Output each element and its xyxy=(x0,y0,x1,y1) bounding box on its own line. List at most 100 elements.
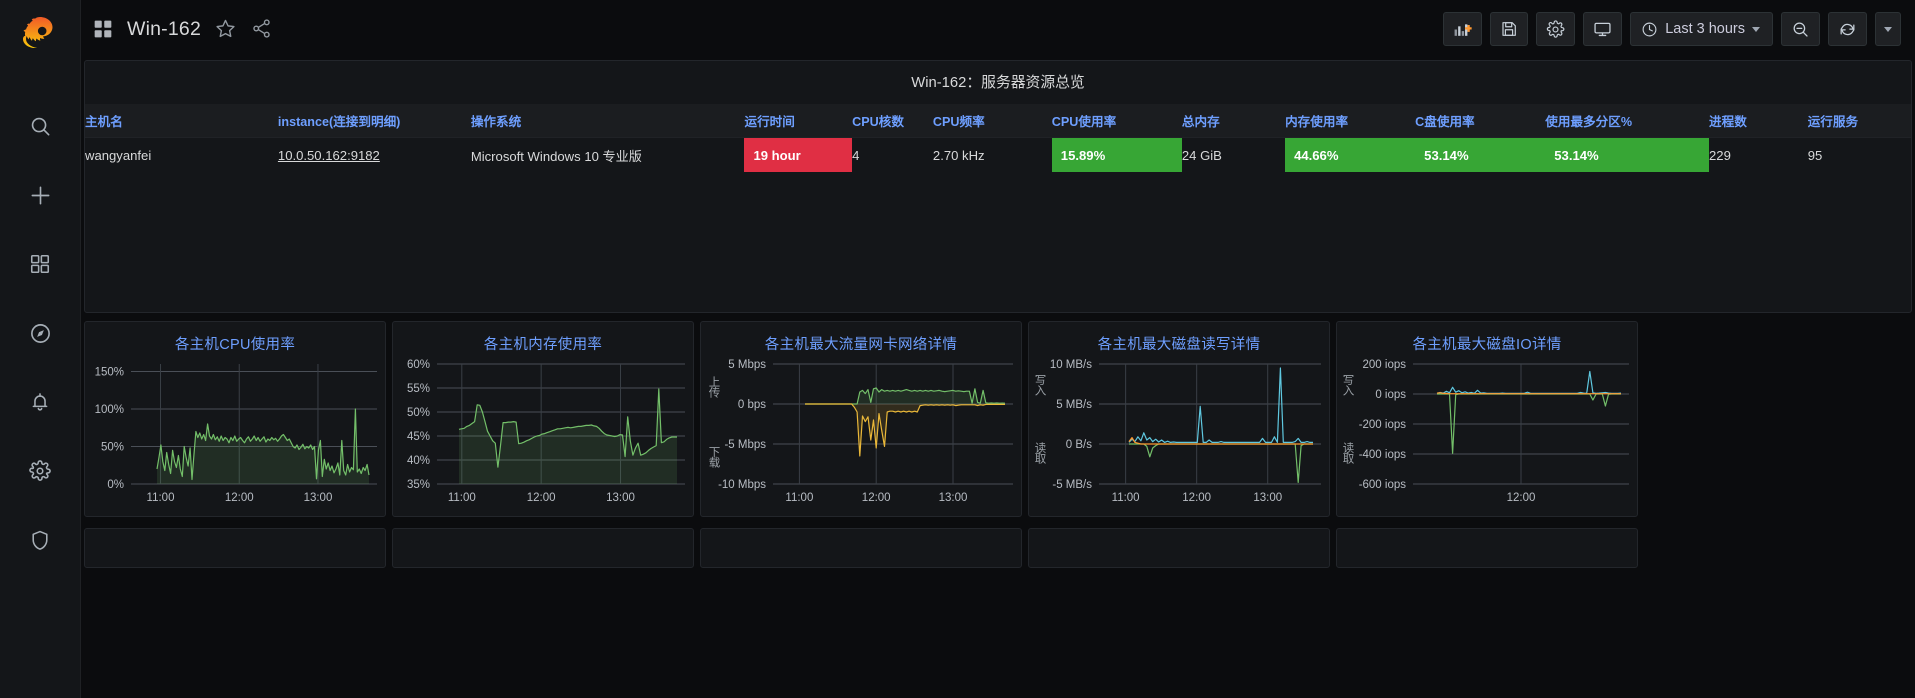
instance-link[interactable]: 10.0.50.162:9182 xyxy=(278,138,380,172)
col-mem-usage[interactable]: 内存使用率 xyxy=(1285,104,1416,138)
sidebar-item-server-admin[interactable] xyxy=(19,519,61,561)
save-dashboard-button[interactable] xyxy=(1490,12,1529,46)
time-range-picker[interactable]: Last 3 hours xyxy=(1630,12,1773,46)
sidebar-item-alerting[interactable] xyxy=(19,381,61,423)
svg-text:0 bps: 0 bps xyxy=(738,399,766,411)
star-icon[interactable] xyxy=(215,18,237,40)
panel-cpu-usage: 各主机CPU使用率 150% 100% 50% 0% 11:00 12:00 13:00 xyxy=(84,321,386,517)
cell-cpu-freq: 2.70 kHz xyxy=(932,147,985,163)
panel-title: 各主机CPU使用率 xyxy=(174,337,296,353)
svg-text:-5 Mbps: -5 Mbps xyxy=(724,439,766,451)
cell-total-mem: 24 GiB xyxy=(1181,147,1222,163)
zoom-out-button[interactable] xyxy=(1781,12,1820,46)
svg-text:35%: 35% xyxy=(407,479,430,491)
svg-text:150%: 150% xyxy=(95,367,124,379)
col-instance[interactable]: instance(连接到明细) xyxy=(277,104,471,138)
refresh-button[interactable] xyxy=(1828,12,1867,46)
dashboard-settings-button[interactable] xyxy=(1536,12,1576,46)
col-os[interactable]: 操作系统 xyxy=(470,104,745,138)
svg-text:11:00: 11:00 xyxy=(1112,492,1140,504)
col-cpu-freq[interactable]: CPU频率 xyxy=(932,104,1052,138)
status-badge-mem: 44.66% xyxy=(1285,138,1416,172)
server-overview-table: 主机名 instance(连接到明细) 操作系统 运行时间 CPU核数 CPU频… xyxy=(85,104,1911,172)
axis-label-write: 写入 xyxy=(1341,374,1354,395)
svg-text:-10 Mbps: -10 Mbps xyxy=(718,479,766,491)
table-row: wangyanfei 10.0.50.162:9182 Microsoft Wi… xyxy=(85,138,1911,172)
col-uptime[interactable]: 运行时间 xyxy=(744,104,853,138)
cell-process-count: 229 xyxy=(1709,147,1731,163)
add-panel-button[interactable] xyxy=(1443,12,1483,46)
axis-label-download: 下载 xyxy=(707,446,720,467)
chevron-down-icon xyxy=(1884,26,1892,32)
col-hostname[interactable]: 主机名 xyxy=(85,104,278,138)
panel-title: Win-162：服务器资源总览 xyxy=(911,75,1085,91)
chart-disk-rw[interactable]: 写入 读取 10 MB/s 5 MB/s 0 B/s -5 MB/s 11:00 12:0… xyxy=(1029,354,1329,514)
svg-text:13:00: 13:00 xyxy=(304,492,333,504)
svg-text:5 MB/s: 5 MB/s xyxy=(1056,399,1092,411)
table-header-row: 主机名 instance(连接到明细) 操作系统 运行时间 CPU核数 CPU频… xyxy=(85,104,1911,138)
dashboard-grid-icon[interactable] xyxy=(93,19,113,39)
col-c-drive-usage[interactable]: C盘使用率 xyxy=(1415,104,1546,138)
col-cpu-cores[interactable]: CPU核数 xyxy=(852,104,933,138)
svg-text:200 iops: 200 iops xyxy=(1363,359,1407,371)
sidebar-item-explore[interactable] xyxy=(19,312,61,354)
grafana-dashboard-root: Win-162 Last 3 hours Win-162：服务器资源总览 主机名… xyxy=(0,0,1915,698)
svg-text:0 B/s: 0 B/s xyxy=(1066,439,1092,451)
panel-title: 各主机最大磁盘读写详情 xyxy=(1097,337,1261,353)
cell-hostname: wangyanfei xyxy=(85,147,152,163)
refresh-interval-dropdown[interactable] xyxy=(1875,12,1901,46)
svg-text:12:00: 12:00 xyxy=(1182,492,1211,504)
col-running-svc[interactable]: 运行服务 xyxy=(1807,104,1911,138)
panel-network: 各主机最大流量网卡网络详情 上传 下载 5 Mbps 0 bps -5 Mbps -1… xyxy=(700,321,1022,517)
svg-text:40%: 40% xyxy=(407,455,430,467)
svg-text:12:00: 12:00 xyxy=(527,492,556,504)
svg-text:13:00: 13:00 xyxy=(939,492,968,504)
svg-text:11:00: 11:00 xyxy=(147,492,175,504)
svg-text:-200 iops: -200 iops xyxy=(1359,419,1407,431)
sidebar-item-dashboards[interactable] xyxy=(19,243,61,285)
cell-max-part-usage: 53.14% xyxy=(1545,138,1710,172)
chart-cpu-usage[interactable]: 150% 100% 50% 0% 11:00 12:00 13:00 xyxy=(85,354,385,514)
cell-c-drive-usage: 53.14% xyxy=(1415,138,1546,172)
grafana-logo-icon[interactable] xyxy=(17,11,63,57)
panel-mem-usage: 各主机内存使用率 60% 55% 50% 45% 40% 35% 11:00 12:00 13:… xyxy=(392,321,694,517)
svg-text:100%: 100% xyxy=(95,404,124,416)
col-total-mem[interactable]: 总内存 xyxy=(1181,104,1286,138)
panel-server-overview-table: Win-162：服务器资源总览 主机名 instance(连接到明细) 操作系统… xyxy=(84,60,1912,313)
status-badge-uptime: 19 hour xyxy=(744,138,853,172)
cell-os: Microsoft Windows 10 专业版 xyxy=(470,148,642,164)
sidebar-item-configuration[interactable] xyxy=(19,450,61,492)
axis-label-write: 写入 xyxy=(1033,374,1046,395)
sidebar-item-search[interactable] xyxy=(19,105,61,147)
sidebar xyxy=(0,0,81,698)
tv-mode-button[interactable] xyxy=(1583,12,1623,46)
chart-network[interactable]: 上传 下载 5 Mbps 0 bps -5 Mbps -10 Mbps 11:00 12:… xyxy=(701,354,1021,514)
panel-clipped-4 xyxy=(1028,528,1330,568)
svg-text:60%: 60% xyxy=(407,359,430,371)
cell-uptime: 19 hour xyxy=(744,138,853,172)
cell-cpu-cores: 4 xyxy=(852,147,860,163)
svg-text:0 iops: 0 iops xyxy=(1375,389,1406,401)
panel-title: 各主机最大流量网卡网络详情 xyxy=(764,337,958,353)
page-title[interactable]: Win-162 xyxy=(127,18,201,41)
status-badge-cpu: 15.89% xyxy=(1051,138,1182,172)
cell-mem-usage: 44.66% xyxy=(1285,138,1416,172)
svg-text:50%: 50% xyxy=(101,442,124,454)
axis-label-read: 读取 xyxy=(1033,442,1046,463)
panel-disk-io: 各主机最大磁盘IO详情 写入 读取 200 iops 0 iops -200 iop… xyxy=(1336,321,1638,517)
col-cpu-usage[interactable]: CPU使用率 xyxy=(1051,104,1182,138)
svg-text:5 Mbps: 5 Mbps xyxy=(728,359,766,371)
share-icon[interactable] xyxy=(251,18,273,40)
svg-text:13:00: 13:00 xyxy=(1253,492,1282,504)
col-max-part-usage[interactable]: 使用最多分区% xyxy=(1545,104,1710,138)
chart-disk-io[interactable]: 写入 读取 200 iops 0 iops -200 iops -400 iops -6… xyxy=(1337,354,1637,514)
sidebar-item-create[interactable] xyxy=(19,174,61,216)
cell-cpu-usage: 15.89% xyxy=(1051,138,1182,172)
panel-clipped-3 xyxy=(700,528,1022,568)
col-process-count[interactable]: 进程数 xyxy=(1709,104,1808,138)
panel-title: 各主机最大磁盘IO详情 xyxy=(1412,337,1562,353)
cell-running-svc: 95 xyxy=(1807,147,1823,163)
time-range-label: Last 3 hours xyxy=(1665,21,1745,37)
dashboard-content: Win-162：服务器资源总览 主机名 instance(连接到明细) 操作系统… xyxy=(81,58,1915,698)
chart-mem-usage[interactable]: 60% 55% 50% 45% 40% 35% 11:00 12:00 13:00 xyxy=(393,354,693,514)
